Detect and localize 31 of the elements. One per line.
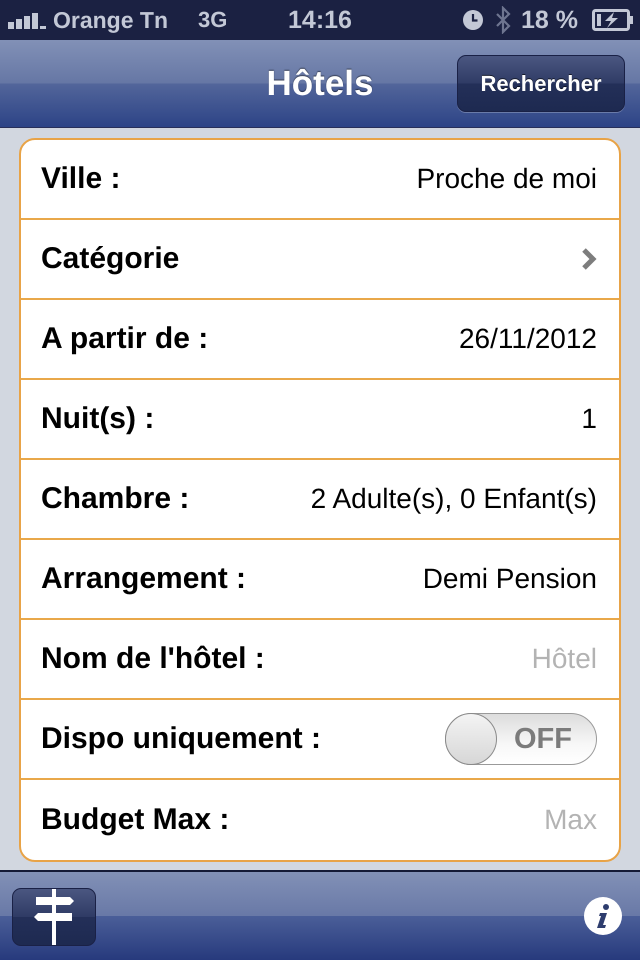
chevron-icon[interactable] xyxy=(581,247,597,271)
status-time: 14:16 xyxy=(288,6,352,34)
battery-percent: 18 % xyxy=(521,6,578,34)
field-value[interactable]: 26/11/2012 xyxy=(458,323,597,355)
field-label: Chambre : xyxy=(41,482,190,516)
signpost-button[interactable] xyxy=(12,888,96,946)
network-type: 3G xyxy=(198,7,228,33)
screen-title: Hôtels xyxy=(266,64,374,104)
field-label: Catégorie xyxy=(41,242,180,276)
input-field[interactable]: Max xyxy=(417,804,597,836)
field-value[interactable]: Demi Pension xyxy=(422,563,597,595)
carrier-name: Orange Tn xyxy=(53,6,168,34)
field-label: A partir de : xyxy=(41,322,208,356)
field-label: Nuit(s) : xyxy=(41,402,154,436)
field-label: Nom de l'hôtel : xyxy=(41,642,265,676)
input-field[interactable]: Hôtel xyxy=(417,643,597,675)
search-button[interactable]: Rechercher xyxy=(457,55,625,112)
field-label: Ville : xyxy=(41,162,120,196)
field-value[interactable]: 1 xyxy=(581,403,597,435)
field-label: Arrangement : xyxy=(41,562,246,596)
signpost-icon xyxy=(32,889,76,945)
battery-icon xyxy=(592,9,634,31)
bluetooth-icon xyxy=(495,6,512,34)
field-label: Dispo uniquement : xyxy=(41,722,321,756)
field-label: Budget Max : xyxy=(41,803,230,837)
field-value[interactable]: Proche de moi xyxy=(416,163,597,195)
clock-icon xyxy=(463,10,484,30)
signal-icon xyxy=(8,11,46,29)
field-value[interactable]: 2 Adulte(s), 0 Enfant(s) xyxy=(310,483,597,515)
toggle-switch[interactable]: OFF xyxy=(445,713,597,765)
info-icon[interactable] xyxy=(584,897,622,935)
